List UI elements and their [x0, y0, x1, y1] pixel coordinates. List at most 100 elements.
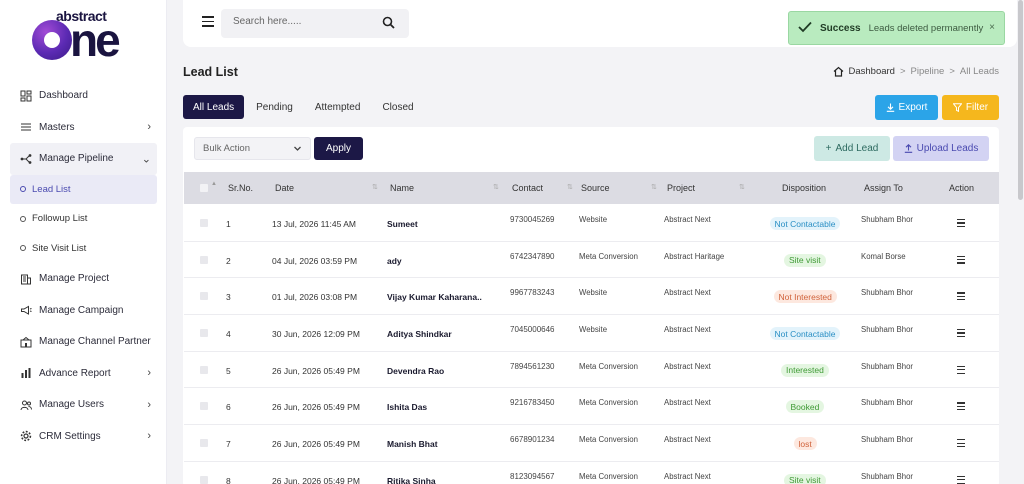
row-actions-menu-icon[interactable]	[957, 255, 965, 266]
sidebar-item-crm-settings[interactable]: CRM Settings ›	[10, 421, 157, 453]
cell-contact: 6678901234	[510, 435, 555, 445]
cell-name[interactable]: Ishita Das	[387, 402, 427, 412]
cell-name[interactable]: Devendra Rao	[387, 366, 444, 376]
col-name[interactable]: Name	[390, 183, 414, 193]
sidebar-subitem-lead-list[interactable]: Lead List	[10, 174, 157, 204]
col-source[interactable]: Source	[581, 183, 610, 193]
tab-all-leads[interactable]: All Leads	[183, 95, 245, 119]
col-srno[interactable]: Sr.No.	[228, 183, 253, 193]
table-row[interactable]: 2 04 Jul, 2026 03:59 PM ady 6742347890 Meta …	[184, 242, 999, 279]
sort-icon[interactable]: ⇅	[567, 183, 573, 191]
export-button[interactable]: Export	[875, 95, 938, 120]
cell-srno: 5	[226, 365, 231, 376]
sort-icon[interactable]: ⇅	[651, 183, 657, 191]
row-checkbox[interactable]	[200, 292, 208, 301]
upload-leads-button[interactable]: Upload Leads	[893, 136, 989, 161]
cell-source: Meta Conversion	[579, 435, 638, 445]
sidebar-item-manage-project[interactable]: Manage Project	[10, 263, 157, 295]
table-row[interactable]: 8 26 Jun, 2026 05:49 PM Ritika Sinha 812309…	[184, 462, 999, 484]
partner-icon	[20, 336, 32, 348]
col-project[interactable]: Project	[667, 183, 695, 193]
menu-toggle-icon[interactable]	[202, 16, 214, 27]
sidebar-item-label: CRM Settings	[39, 430, 101, 442]
col-date[interactable]: Date	[275, 183, 294, 193]
search-icon[interactable]	[382, 16, 395, 34]
table-row[interactable]: 7 26 Jun, 2026 05:49 PM Manish Bhat 6678901…	[184, 425, 999, 462]
cell-source: Meta Conversion	[579, 361, 638, 371]
row-checkbox[interactable]	[200, 365, 208, 374]
cell-name[interactable]: Vijay Kumar Kaharana..	[387, 292, 482, 302]
sidebar-item-manage-users[interactable]: Manage Users ›	[10, 389, 157, 421]
table-row[interactable]: 5 26 Jun, 2026 05:49 PM Devendra Rao 789456…	[184, 352, 999, 389]
tab-closed[interactable]: Closed	[372, 95, 423, 119]
cell-contact: 9216783450	[510, 398, 555, 408]
search-input[interactable]	[233, 16, 373, 27]
cell-name[interactable]: Sumeet	[387, 219, 418, 229]
sidebar-item-advance-report[interactable]: Advance Report ›	[10, 358, 157, 390]
row-checkbox[interactable]	[200, 402, 208, 411]
add-lead-button[interactable]: + Add Lead	[814, 136, 890, 161]
breadcrumb-dashboard[interactable]: Dashboard	[848, 66, 894, 77]
users-icon	[20, 399, 32, 411]
disposition-badge: lost	[793, 437, 817, 451]
chevron-right-icon: ›	[147, 121, 151, 134]
sidebar-item-masters[interactable]: Masters ›	[10, 112, 157, 144]
sort-icon[interactable]: ⇅	[372, 183, 378, 191]
disposition-badge: Not Contactable	[769, 217, 841, 230]
select-all-checkbox[interactable]	[200, 184, 208, 192]
cell-name[interactable]: ady	[387, 256, 402, 266]
close-icon[interactable]: ×	[989, 22, 995, 33]
row-checkbox[interactable]	[200, 329, 208, 338]
row-actions-menu-icon[interactable]	[957, 475, 965, 484]
cell-source: Meta Conversion	[579, 471, 638, 481]
row-checkbox[interactable]	[200, 219, 208, 227]
sort-icon[interactable]: ⇅	[493, 183, 499, 191]
row-actions-menu-icon[interactable]	[957, 219, 965, 229]
sidebar-item-manage-pipeline[interactable]: Manage Pipeline ⌄	[10, 143, 157, 175]
sidebar-item-label: Masters	[39, 121, 75, 133]
brand-logo[interactable]: abstract ne	[32, 8, 136, 63]
cell-name[interactable]: Ritika Sinha	[387, 476, 436, 484]
row-checkbox[interactable]	[200, 255, 208, 264]
col-contact[interactable]: Contact	[512, 183, 543, 193]
row-actions-menu-icon[interactable]	[957, 439, 965, 449]
circle-icon	[20, 245, 26, 252]
sidebar-item-manage-channel-partner[interactable]: Manage Channel Partner	[10, 326, 157, 358]
table-row[interactable]: 3 01 Jul, 2026 03:08 PM Vijay Kumar Kahara…	[184, 278, 999, 316]
sidebar-item-dashboard[interactable]: Dashboard	[10, 80, 157, 112]
cell-name[interactable]: Aditya Shindkar	[387, 329, 452, 339]
cell-srno: 6	[226, 402, 231, 413]
sidebar-item-label: Manage Project	[39, 273, 110, 285]
table-row[interactable]: 4 30 Jun, 2026 12:09 PM Aditya Shindkar 704…	[184, 315, 999, 352]
sidebar-item-manage-campaign[interactable]: Manage Campaign	[10, 295, 157, 327]
home-icon[interactable]	[833, 66, 844, 77]
table-row[interactable]: 1 13 Jul, 2026 11:45 AM Sumeet 9730045269 We…	[184, 205, 999, 242]
sort-icon[interactable]: ▲	[211, 181, 217, 187]
cell-contact: 9967783243	[510, 288, 555, 298]
cell-srno: 4	[226, 329, 231, 340]
page-scrollbar[interactable]	[1018, 0, 1023, 200]
tab-attempted[interactable]: Attempted	[305, 95, 371, 119]
brand-logo-o	[32, 20, 72, 60]
col-source-label: Source	[581, 183, 610, 193]
table-row[interactable]: 6 26 Jun, 2026 05:49 PM Ishita Das 92167834…	[184, 388, 999, 426]
cell-project: Abstract Next	[664, 215, 711, 224]
tab-pending[interactable]: Pending	[246, 95, 303, 119]
sort-icon[interactable]: ⇅	[739, 183, 745, 191]
disposition-badge: Interested	[781, 363, 829, 377]
cell-project: Abstract Next	[664, 288, 711, 298]
row-actions-menu-icon[interactable]	[957, 365, 965, 376]
row-checkbox[interactable]	[200, 439, 208, 448]
row-actions-menu-icon[interactable]	[957, 329, 965, 339]
row-checkbox[interactable]	[200, 475, 208, 484]
breadcrumb-pipeline[interactable]: Pipeline	[911, 66, 945, 77]
apply-button[interactable]: Apply	[314, 137, 363, 160]
filter-button[interactable]: Filter	[942, 95, 999, 120]
cell-name[interactable]: Manish Bhat	[387, 439, 438, 449]
bulk-action-select[interactable]: Bulk Action	[194, 137, 311, 160]
sidebar-subitem-site-visit-list[interactable]: Site Visit List	[10, 234, 157, 264]
row-actions-menu-icon[interactable]	[957, 292, 965, 302]
row-actions-menu-icon[interactable]	[957, 402, 965, 412]
sidebar-subitem-followup-list[interactable]: Followup List	[10, 204, 157, 234]
building-icon	[20, 273, 32, 285]
